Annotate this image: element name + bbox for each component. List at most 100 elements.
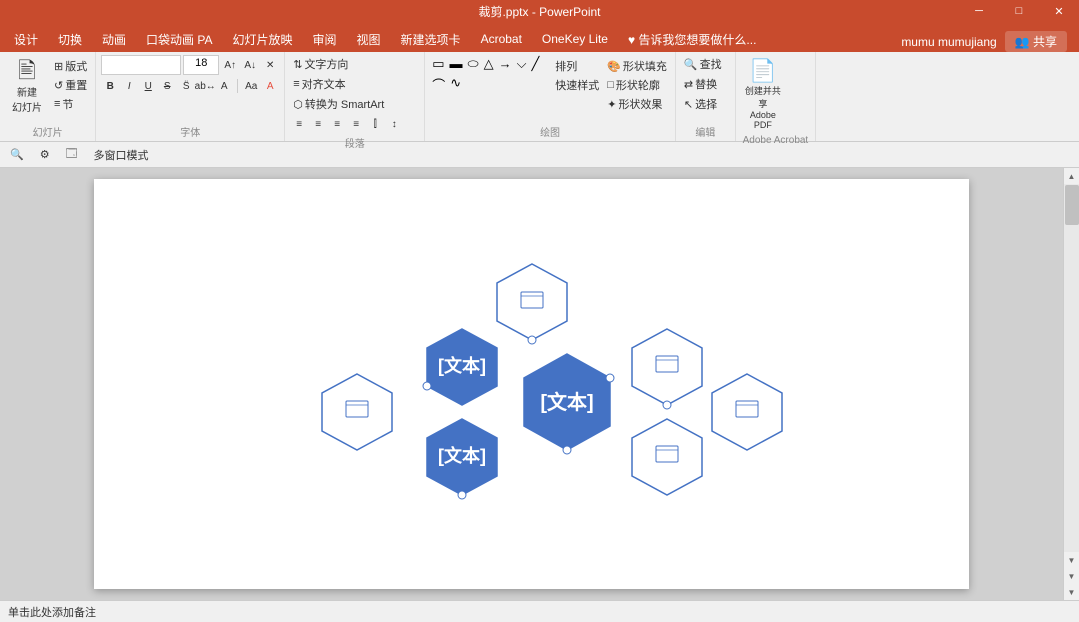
minimize-btn[interactable]: ─ (959, 0, 999, 22)
tab-onekey[interactable]: OneKey Lite (532, 26, 618, 52)
tab-search[interactable]: ♥ 告诉我您想要做什么... (618, 26, 766, 52)
tab-view[interactable]: 视图 (347, 26, 391, 52)
status-bar: 单击此处添加备注 (0, 600, 1079, 622)
shape-format-btns: 🎨 形状填充 □ 形状轮廓 ✦ 形状效果 (604, 55, 670, 113)
shape-rect2[interactable]: ▬ (448, 55, 465, 73)
draw-group: ▭ ▬ ⬭ △ → ⌵ ╱ ⌒ ∿ 排列 快速样式 🎨 形状填充 □ 形状轮廓 … (425, 52, 676, 141)
shape-freeform[interactable]: ∿ (448, 74, 463, 95)
reset-btn[interactable]: ↺ 重置 (51, 76, 90, 94)
draw-btns: 排列 快速样式 (552, 55, 602, 94)
font-color-btn[interactable]: A (215, 77, 233, 95)
tab-acrobat[interactable]: Acrobat (471, 26, 532, 52)
shape-curve[interactable]: ⌒ (430, 74, 447, 95)
hex-outline-6 (632, 329, 702, 405)
ribbon-toolbar: 🖹 新建幻灯片 ⊞ 版式 ↺ 重置 ≡ 节 幻灯片 18 A↑ A↓ ✕ B I (0, 52, 1079, 142)
underline-btn[interactable]: U (139, 77, 157, 95)
font-color2-btn[interactable]: A (261, 77, 279, 95)
strikethrough-btn[interactable]: S (158, 77, 176, 95)
para-row1: ⇅ 文字方向 (290, 55, 351, 73)
new-slide-btn[interactable]: 🖹 新建幻灯片 (5, 55, 49, 117)
scroll-thumb[interactable] (1065, 185, 1079, 225)
tab-pa[interactable]: 口袋动画 PA (136, 26, 222, 52)
layout-btn[interactable]: ⊞ 版式 (51, 57, 90, 75)
shape-rect[interactable]: ▭ (430, 55, 446, 73)
hex1-img-frame (521, 292, 543, 308)
app-title: 裁剪.pptx - PowerPoint (478, 3, 600, 20)
tab-slideshow[interactable]: 幻灯片放映 (223, 26, 303, 52)
scroll-up[interactable]: ▲ (1064, 168, 1079, 184)
slide-canvas[interactable]: [文本] [文本] [文本] (94, 179, 969, 589)
align-justify[interactable]: ≡ (347, 115, 365, 133)
shape-triangle[interactable]: △ (482, 55, 496, 73)
layout-icon: ⊞ (54, 60, 63, 73)
shape-round[interactable]: ⬭ (466, 55, 481, 73)
scroll-down-1[interactable]: ▼ (1064, 552, 1079, 568)
font-size-down[interactable]: A↓ (241, 56, 259, 74)
char-spacing-btn[interactable]: ab↔ (196, 77, 214, 95)
scroll-down-3[interactable]: ▼ (1064, 584, 1079, 600)
para-group-content: ⇅ 文字方向 ≡ 对齐文本 ⬡ 转换为 SmartArt ≡ ≡ ≡ ≡ ⫿ ↕ (290, 55, 419, 133)
maximize-btn[interactable]: □ (999, 0, 1039, 22)
window-btn[interactable]: 🗔 (60, 143, 84, 166)
tab-design[interactable]: 设计 (4, 26, 48, 52)
scroll-down-2[interactable]: ▼ (1064, 568, 1079, 584)
pdf-icon: 📄 (749, 58, 776, 84)
right-scrollbar: ▲ ▼ ▼ ▼ (1063, 168, 1079, 600)
search-icon-btn[interactable]: 🔍 (4, 146, 30, 163)
convert-smartart-btn[interactable]: ⬡ 转换为 SmartArt (290, 95, 387, 113)
dot-4 (563, 446, 571, 454)
tab-animation[interactable]: 动画 (92, 26, 136, 52)
font-group-label: 字体 (101, 122, 279, 139)
multi-mode-btn[interactable]: 多窗口模式 (88, 145, 155, 165)
align-right[interactable]: ≡ (328, 115, 346, 133)
text-dir-btn[interactable]: ⇅ 文字方向 (290, 55, 351, 73)
shape-more[interactable]: ⌵ (515, 55, 529, 73)
section-btn[interactable]: ≡ 节 (51, 95, 90, 113)
line-spacing-btn[interactable]: ↕ (385, 115, 403, 133)
slide-content: [文本] [文本] [文本] (94, 179, 969, 589)
para-group-label: 段落 (290, 133, 419, 150)
scroll-track[interactable] (1064, 184, 1079, 552)
para-row3: ⬡ 转换为 SmartArt (290, 95, 387, 113)
align-left[interactable]: ≡ (290, 115, 308, 133)
note-placeholder: 单击此处添加备注 (8, 604, 96, 620)
tab-transitions[interactable]: 切换 (48, 26, 92, 52)
replace-btn[interactable]: ⇄ 替换 (681, 75, 720, 93)
hex-outline-8 (712, 374, 782, 450)
col-btn[interactable]: ⫿ (366, 115, 384, 133)
font-case-btn[interactable]: Aa (242, 77, 260, 95)
tab-review[interactable]: 审阅 (303, 26, 347, 52)
sort-btn[interactable]: 排列 (552, 57, 602, 75)
clear-format-btn[interactable]: ✕ (261, 56, 279, 74)
slide-actions: ⊞ 版式 ↺ 重置 ≡ 节 (51, 55, 90, 113)
para-group: ⇅ 文字方向 ≡ 对齐文本 ⬡ 转换为 SmartArt ≡ ≡ ≡ ≡ ⫿ ↕… (285, 52, 425, 141)
quick-style-btn[interactable]: 快速样式 (552, 76, 602, 94)
settings-icon-btn[interactable]: ⚙ (34, 146, 56, 163)
shape-effect-btn[interactable]: ✦ 形状效果 (604, 95, 670, 113)
hex8-img-frame (736, 401, 758, 417)
hex6-img-frame (656, 356, 678, 372)
font-name-input[interactable] (101, 55, 181, 75)
find-btn[interactable]: 🔍 查找 (681, 55, 725, 73)
align-text-btn[interactable]: ≡ 对齐文本 (290, 75, 348, 93)
dot-1 (528, 336, 536, 344)
shape-line[interactable]: ╱ (529, 55, 541, 73)
shape-outline-btn[interactable]: □ 形状轮廓 (604, 76, 670, 94)
font-size-up[interactable]: A↑ (221, 56, 239, 74)
create-pdf-btn[interactable]: 📄 创建并共享Adobe PDF (741, 55, 785, 133)
hex2-text: [文本] (438, 355, 486, 376)
tab-new[interactable]: 新建选项卡 (391, 26, 471, 52)
select-btn[interactable]: ↖ 选择 (681, 95, 720, 113)
shape-arrow[interactable]: → (497, 55, 514, 73)
share-button[interactable]: 👥 共享 (1005, 31, 1067, 52)
share-icon: 👥 (1015, 35, 1030, 49)
italic-btn[interactable]: I (120, 77, 138, 95)
close-btn[interactable]: ✕ (1039, 0, 1079, 22)
new-slide-label: 新建幻灯片 (12, 84, 42, 114)
hex4-text: [文本] (438, 445, 486, 466)
bold-btn[interactable]: B (101, 77, 119, 95)
shape-fill-btn[interactable]: 🎨 形状填充 (604, 57, 670, 75)
align-center[interactable]: ≡ (309, 115, 327, 133)
font-size-input[interactable]: 18 (183, 55, 219, 75)
shadow-btn[interactable]: S̈ (177, 77, 195, 95)
